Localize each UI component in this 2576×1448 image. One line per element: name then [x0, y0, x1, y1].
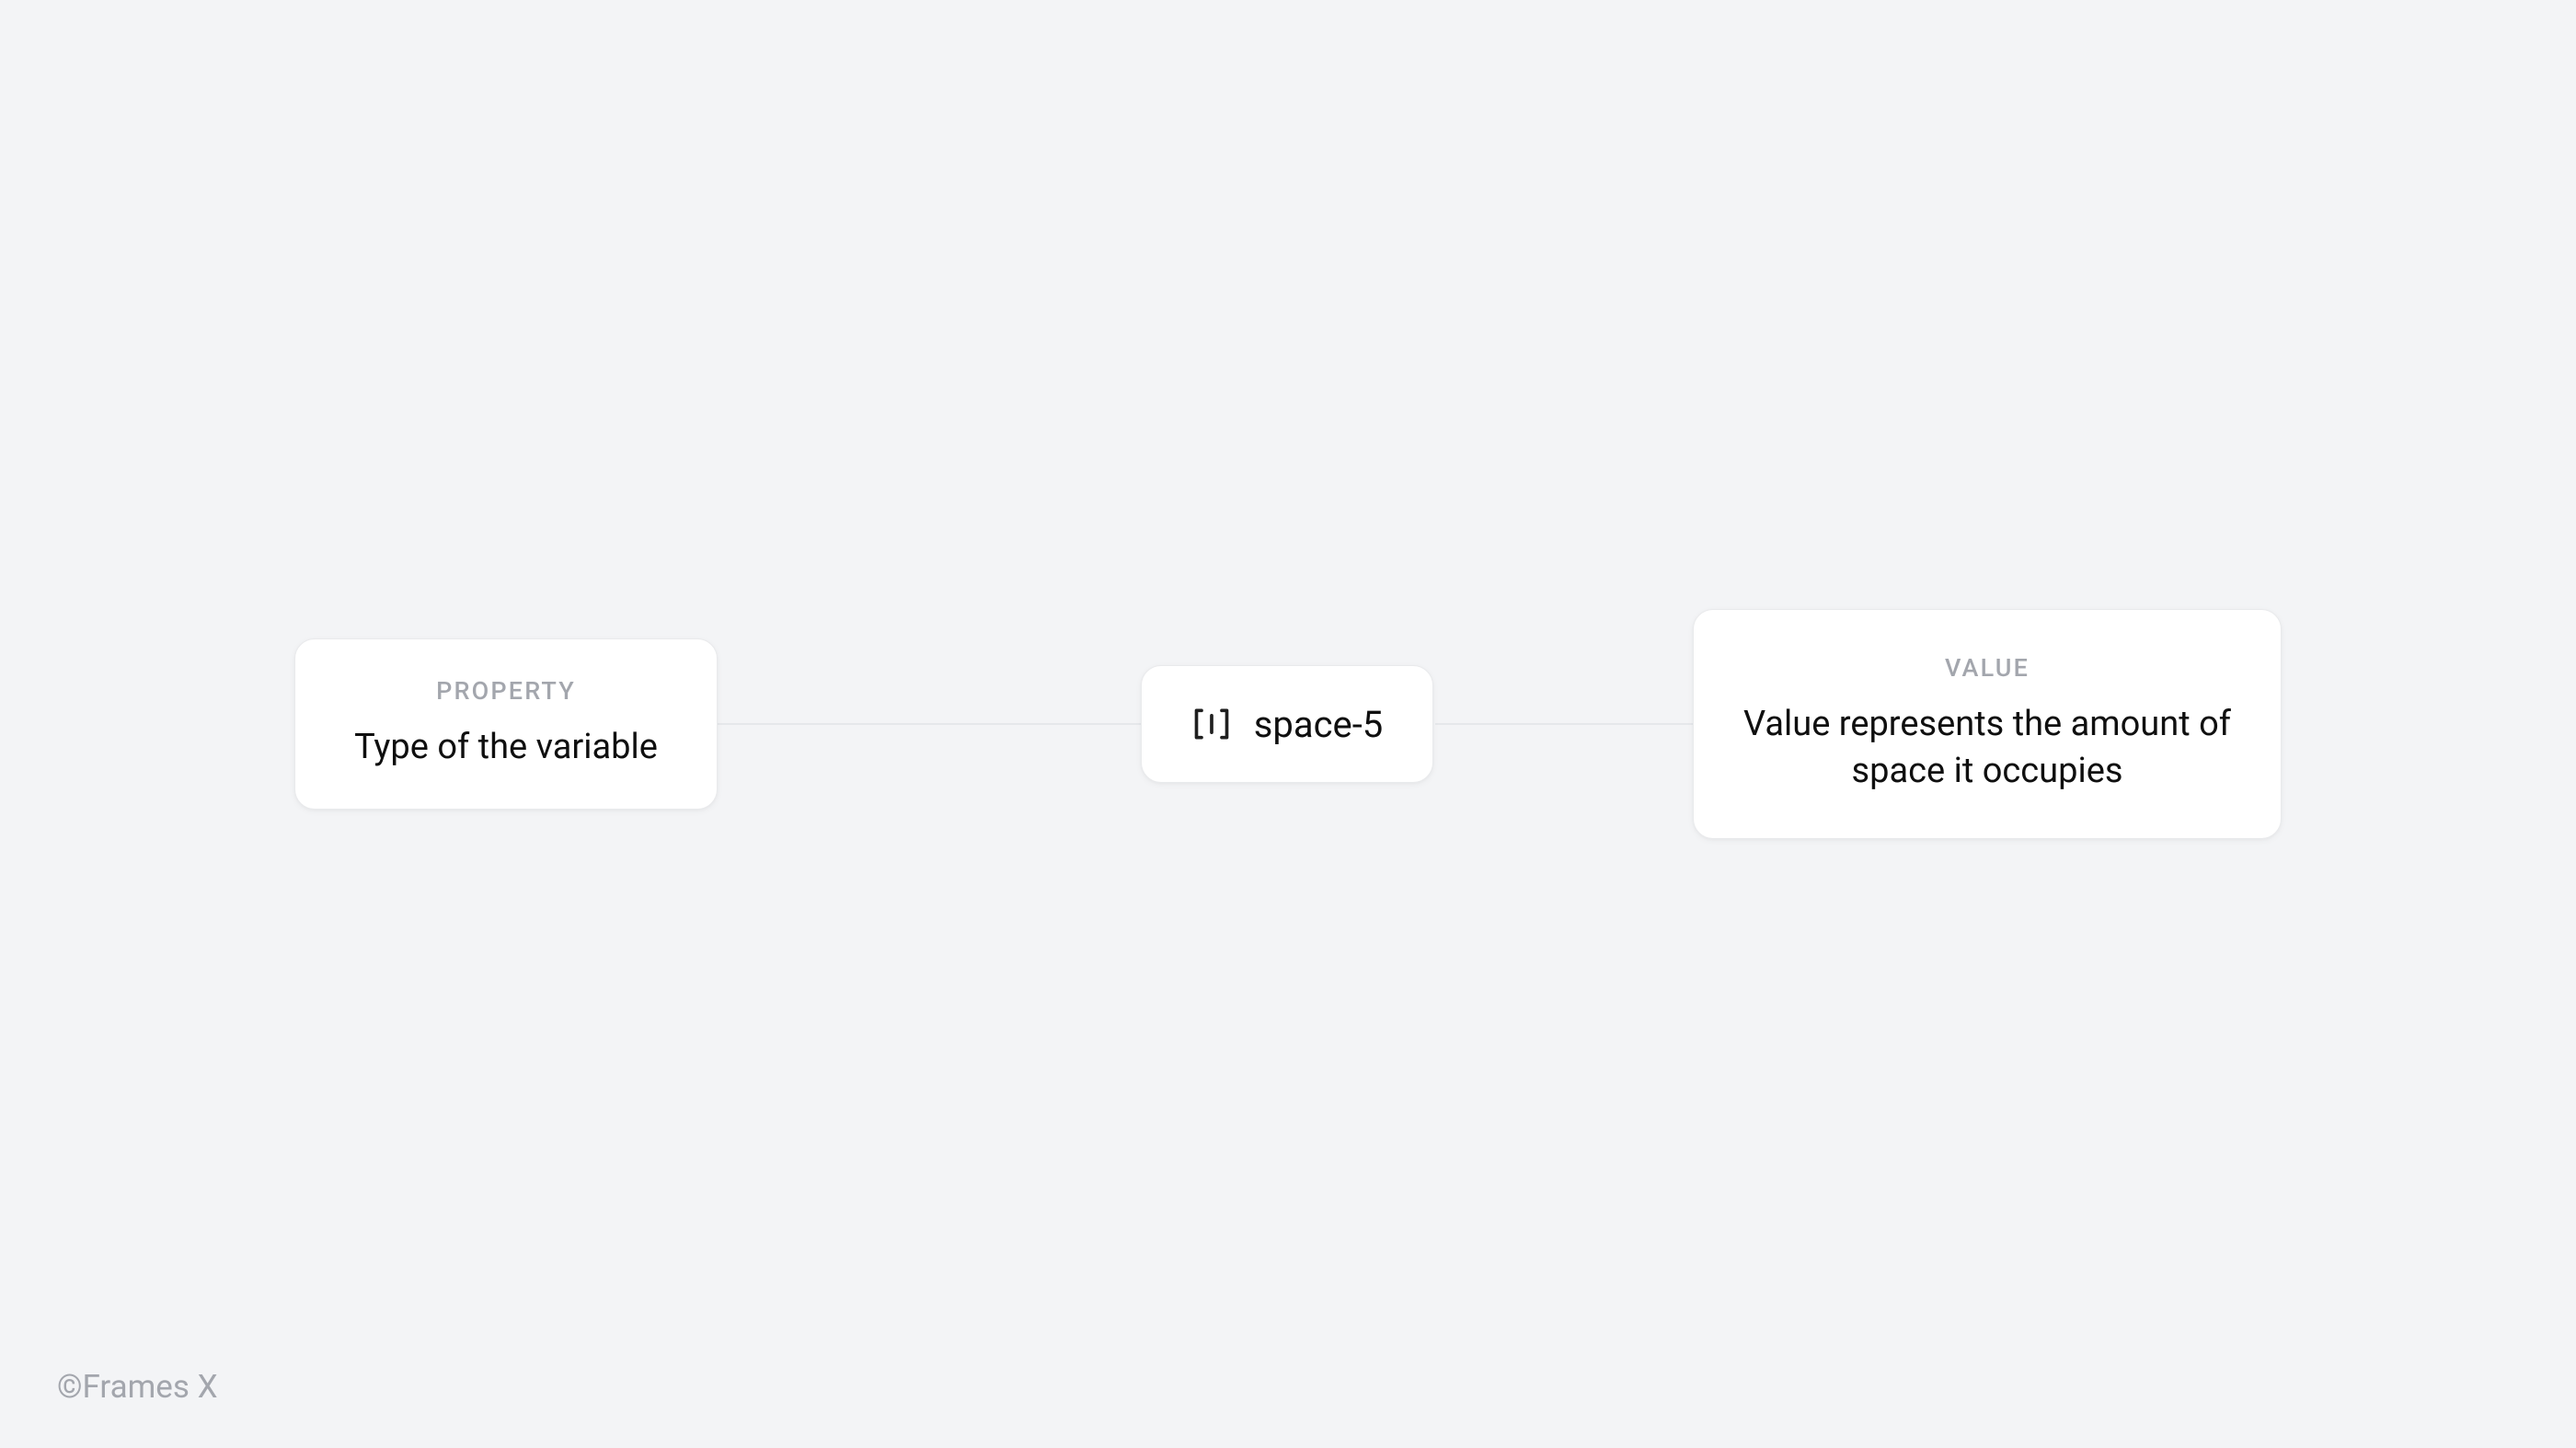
- property-label: PROPERTY: [436, 676, 576, 706]
- value-text: Value represents the amount of space it …: [1727, 701, 2248, 796]
- connector-line-right: [1435, 723, 1702, 725]
- diagram-canvas: PROPERTY Type of the variable space-5 VA…: [0, 0, 2576, 1448]
- token-card: space-5: [1141, 665, 1433, 783]
- watermark: ©Frames X: [57, 1368, 218, 1406]
- token-text: space-5: [1254, 703, 1384, 746]
- connector-line-left: [718, 723, 1159, 725]
- value-card: VALUE Value represents the amount of spa…: [1693, 609, 2282, 839]
- value-label: VALUE: [1945, 653, 2030, 683]
- spacing-icon: [1191, 704, 1232, 744]
- property-text: Type of the variable: [354, 724, 658, 771]
- property-card: PROPERTY Type of the variable: [294, 638, 718, 810]
